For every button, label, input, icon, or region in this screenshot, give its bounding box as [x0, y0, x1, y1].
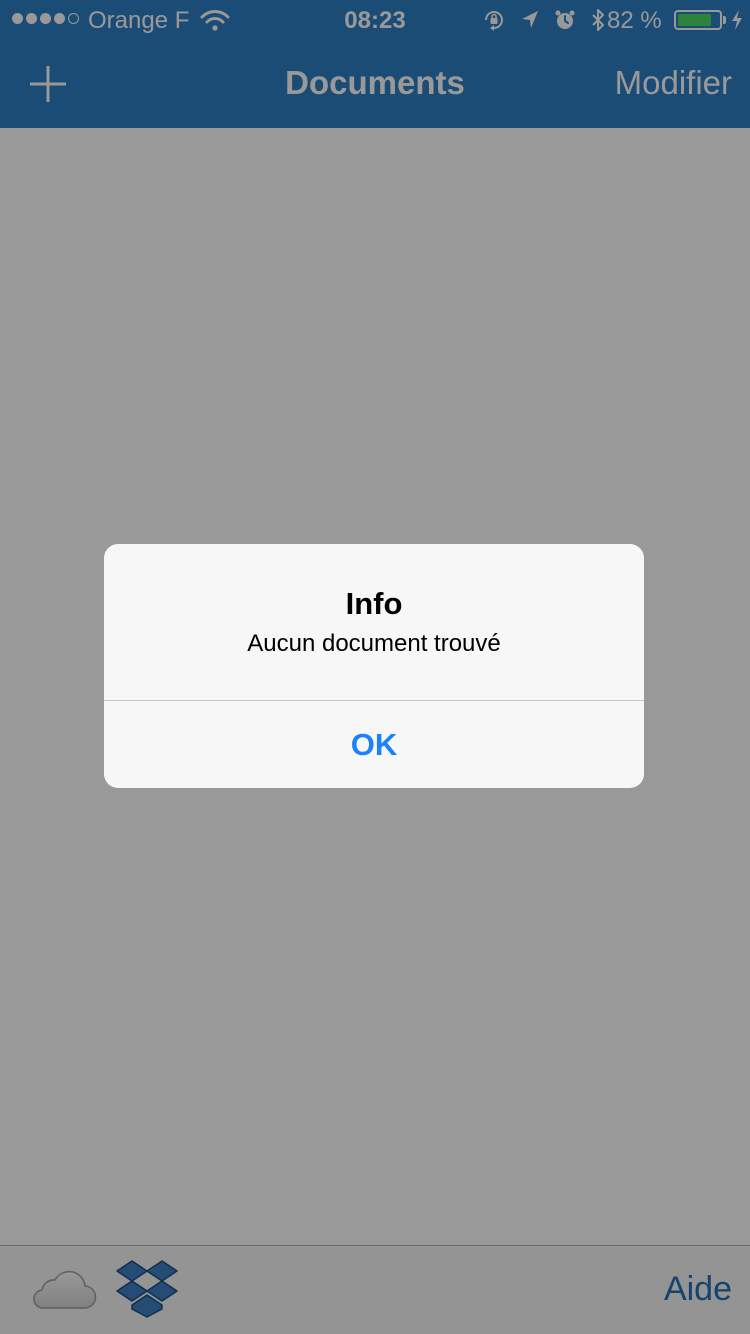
screen: Orange F 08:23 82 % Documents Modifier A…: [0, 0, 750, 1334]
alert-dialog: Info Aucun document trouvé OK: [104, 544, 644, 788]
alert-message: Aucun document trouvé: [247, 630, 501, 657]
alert-title: Info: [345, 586, 403, 621]
ok-button[interactable]: OK: [104, 701, 644, 788]
